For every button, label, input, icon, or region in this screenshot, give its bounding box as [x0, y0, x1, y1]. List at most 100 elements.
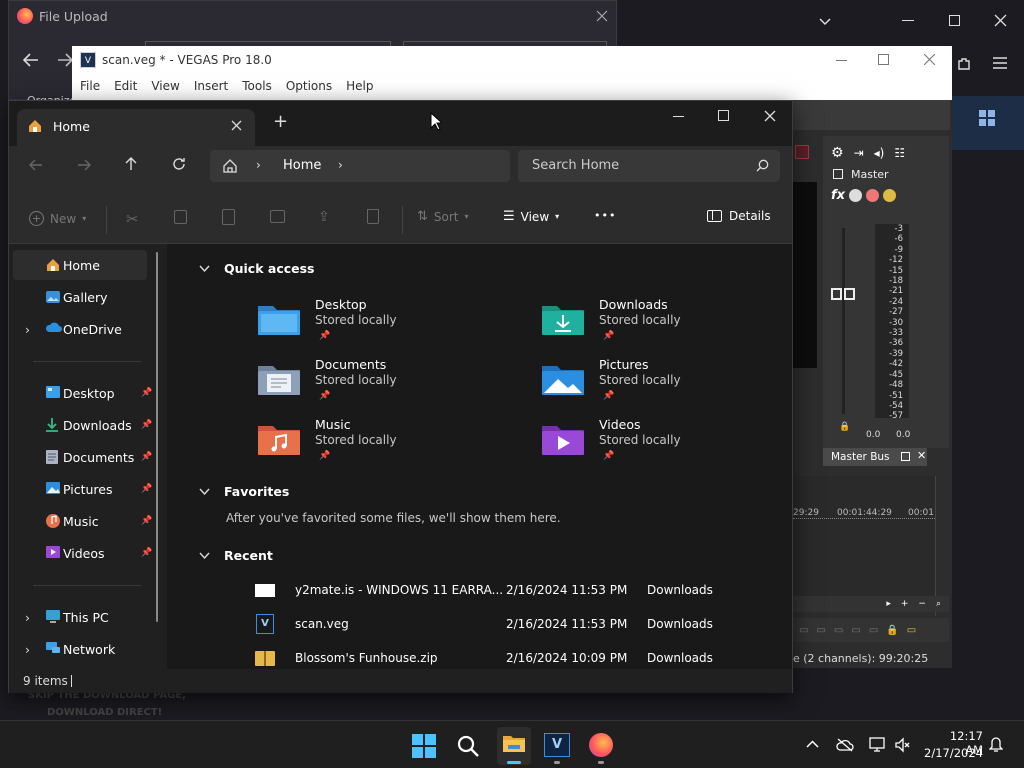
- browser-close-icon[interactable]: [994, 14, 1007, 27]
- insert-bus-icon[interactable]: ⇥: [854, 146, 864, 160]
- master-fader-handle[interactable]: [831, 288, 855, 300]
- pin-icon[interactable]: 📌: [141, 388, 152, 398]
- paste-icon[interactable]: [222, 209, 235, 225]
- vegas-record-icon[interactable]: [795, 145, 809, 159]
- expand-chevron-icon[interactable]: ›: [25, 642, 30, 657]
- quick-access-item[interactable]: Downloads Stored locally 📌: [541, 297, 791, 353]
- mixer-faders-icon[interactable]: ☷: [894, 146, 905, 160]
- sort-button[interactable]: ⇅ Sort ▾: [417, 209, 469, 224]
- browser-menu-icon[interactable]: [993, 57, 1007, 69]
- timeline-scrollbar[interactable]: [935, 476, 949, 616]
- file-upload-close-icon[interactable]: [596, 10, 608, 22]
- close-icon[interactable]: [764, 110, 776, 122]
- pin-icon[interactable]: 📌: [141, 548, 152, 558]
- quick-access-item[interactable]: Music Stored locally 📌: [257, 417, 507, 473]
- show-hidden-icons-chevron-icon[interactable]: [806, 740, 819, 748]
- search-icon[interactable]: [456, 734, 480, 758]
- menu-options[interactable]: Options: [286, 79, 332, 93]
- share-icon[interactable]: ⇪: [318, 209, 330, 225]
- master-bus-tab[interactable]: Master Bus ✕: [823, 448, 927, 466]
- browser-tab-list-chevron-icon[interactable]: [818, 14, 832, 28]
- master-bus-close-icon[interactable]: ✕: [917, 449, 926, 462]
- master-checkbox[interactable]: [833, 169, 843, 179]
- menu-edit[interactable]: Edit: [114, 79, 137, 93]
- vegas-minimize-icon[interactable]: [836, 60, 847, 61]
- address-bar[interactable]: › Home ›: [210, 150, 510, 182]
- sidebar-item-videos[interactable]: Videos 📌: [13, 538, 152, 568]
- search-box[interactable]: Search Home: [518, 150, 780, 182]
- back-icon[interactable]: [29, 158, 43, 172]
- expand-chevron-icon[interactable]: ›: [25, 322, 30, 337]
- vegas-taskbar-icon[interactable]: V: [544, 733, 570, 757]
- volume-muted-icon[interactable]: [895, 737, 911, 753]
- up-icon[interactable]: [124, 157, 138, 171]
- breadcrumb[interactable]: Home: [283, 158, 321, 173]
- new-button[interactable]: + New ▾: [29, 211, 86, 226]
- quick-access-header[interactable]: Quick access: [199, 261, 315, 276]
- pin-icon[interactable]: 📌: [141, 484, 152, 494]
- quick-access-item[interactable]: Videos Stored locally 📌: [541, 417, 791, 473]
- copy-icon[interactable]: [174, 210, 187, 224]
- forward-arrow-icon[interactable]: [57, 53, 73, 67]
- search-input[interactable]: Search Home: [532, 158, 619, 173]
- address-home-icon[interactable]: [222, 158, 238, 174]
- clock-date[interactable]: 2/17/2024: [921, 746, 983, 760]
- recent-row[interactable]: V scan.veg 2/16/2024 11:53 PM Downloads: [253, 609, 793, 639]
- cloud-offline-icon[interactable]: [836, 738, 854, 752]
- grid-icon[interactable]: [979, 110, 995, 126]
- breadcrumb-separator-icon[interactable]: ›: [256, 158, 261, 172]
- favorites-header[interactable]: Favorites: [199, 484, 289, 499]
- master-bus-undock-icon[interactable]: [901, 452, 910, 461]
- browser-minimize-icon[interactable]: [902, 20, 914, 21]
- cut-icon[interactable]: ✂: [126, 210, 139, 228]
- sidebar-item-gallery[interactable]: Gallery: [13, 282, 147, 312]
- sidebar-item-desktop[interactable]: Desktop 📌: [13, 378, 152, 408]
- extensions-icon[interactable]: [956, 56, 972, 72]
- browser-restore-icon[interactable]: [949, 15, 960, 26]
- quick-access-item[interactable]: Documents Stored locally 📌: [257, 357, 507, 413]
- menu-tools[interactable]: Tools: [242, 79, 272, 93]
- sidebar-scrollbar[interactable]: [156, 252, 158, 622]
- settings-icon[interactable]: ⚙: [831, 145, 844, 161]
- file-explorer-taskbar-icon[interactable]: [497, 727, 531, 765]
- sidebar-item-downloads[interactable]: Downloads 📌: [13, 410, 152, 440]
- details-button[interactable]: Details: [707, 209, 771, 223]
- lock-icon[interactable]: 🔒: [839, 422, 850, 432]
- vegas-maximize-icon[interactable]: [878, 54, 889, 65]
- new-tab-button[interactable]: +: [273, 113, 288, 131]
- network-status-icon[interactable]: [869, 737, 887, 753]
- menu-file[interactable]: File: [80, 79, 100, 93]
- sidebar-item-documents[interactable]: Documents 📌: [13, 442, 152, 472]
- sidebar-item-onedrive[interactable]: › OneDrive: [13, 314, 147, 344]
- sidebar-item-home[interactable]: Home: [13, 250, 147, 280]
- speaker-icon[interactable]: ◂): [874, 146, 885, 160]
- transport-bar[interactable]: ▭ ▭ ▭ ▭ ▭ 🔒 ▭: [793, 618, 949, 642]
- pin-icon[interactable]: 📌: [141, 452, 152, 462]
- breadcrumb-chevron-icon[interactable]: ›: [338, 158, 343, 172]
- pin-icon[interactable]: 📌: [141, 420, 152, 430]
- recent-row[interactable]: y2mate.is - WINDOWS 11 EARRA... 2/16/202…: [253, 575, 793, 605]
- sidebar-item-this-pc[interactable]: › This PC: [13, 602, 147, 632]
- timeline-controls[interactable]: ▸ + − ⌕: [793, 596, 949, 612]
- master-fader-track[interactable]: [842, 228, 845, 414]
- quick-access-item[interactable]: Desktop Stored locally 📌: [257, 297, 507, 353]
- pin-icon[interactable]: 📌: [141, 516, 152, 526]
- forward-icon[interactable]: [77, 158, 91, 172]
- back-arrow-icon[interactable]: [23, 53, 39, 67]
- sidebar-item-music[interactable]: Music 📌: [13, 506, 152, 536]
- more-options-button[interactable]: •••: [594, 209, 616, 222]
- sidebar-item-network[interactable]: › Network: [13, 634, 147, 664]
- minimize-icon[interactable]: [673, 116, 684, 117]
- search-icon[interactable]: [756, 159, 769, 172]
- menu-insert[interactable]: Insert: [194, 79, 228, 93]
- rename-icon[interactable]: [270, 210, 285, 223]
- maximize-icon[interactable]: [718, 110, 729, 121]
- recent-header[interactable]: Recent: [199, 548, 273, 563]
- fx-icons[interactable]: fx: [831, 188, 897, 203]
- view-button[interactable]: ☰ View ▾: [503, 209, 559, 224]
- refresh-icon[interactable]: [172, 157, 186, 171]
- delete-icon[interactable]: [367, 209, 379, 224]
- vegas-close-icon[interactable]: [924, 54, 935, 65]
- expand-chevron-icon[interactable]: ›: [25, 610, 30, 625]
- tab-home[interactable]: Home: [17, 109, 255, 146]
